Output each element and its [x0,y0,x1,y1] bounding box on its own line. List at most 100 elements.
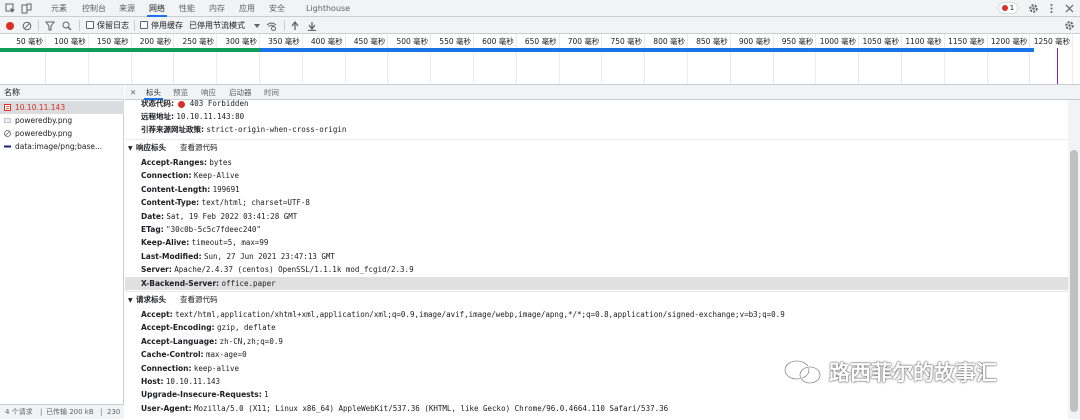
request-name: poweredby.png [15,116,73,125]
toolbar-divider [134,20,135,31]
blocked-request-icon [4,130,11,137]
chevron-down-icon[interactable] [250,19,263,32]
section-title: 请求标头 [136,295,166,304]
header-row: Connection: keep-alive [141,362,239,375]
tab-performance[interactable]: 性能 [179,0,195,17]
header-value: max-age=0 [205,350,247,360]
tab-timing[interactable]: 时间 [264,85,279,100]
header-key: Content-Length: [141,184,211,194]
timeline-gridline [687,34,688,84]
tab-memory[interactable]: 内存 [209,0,225,17]
device-toolbar-icon[interactable] [20,2,33,15]
tab-sources[interactable]: 来源 [119,0,135,17]
disable-cache-checkbox[interactable] [140,21,148,29]
timeline-gridline [1029,34,1031,84]
response-headers-section-header[interactable]: ▼ 响应标头 查看源代码 [128,141,218,155]
toolbar-divider [79,20,80,31]
timeline-tick-label: 1200 毫秒 [990,37,1028,46]
throttle-select[interactable]: 已停用节流模式 [189,17,245,34]
tab-console[interactable]: 控制台 [82,0,106,17]
more-options-icon[interactable] [1045,2,1058,15]
timeline-gridline [901,34,902,84]
header-row: Last-Modified: Sun, 27 Jun 2021 23:47:13… [141,250,335,263]
header-key: Content-Type: [141,198,200,208]
error-count: 1 [1009,4,1015,12]
header-key: Server: [141,265,172,275]
timeline-tick-label: 700 毫秒 [567,37,600,46]
header-key: Connection: [141,171,192,181]
close-devtools-icon[interactable] [1063,2,1076,15]
header-value: bytes [209,158,232,167]
header-row: Accept-Encoding: gzip, deflate [141,321,276,334]
expand-triangle-icon: ▼ [128,145,133,152]
header-value: 10.10.11.143:80 [176,112,245,121]
expand-triangle-icon: ▼ [128,297,133,304]
request-headers-section-header[interactable]: ▼ 请求标头 查看源代码 [128,293,218,307]
timeline-gridline [943,34,945,84]
request-count: 4 个请求 [5,408,33,416]
timeline-tick-label: 250 毫秒 [182,37,215,46]
tab-application[interactable]: 应用 [239,0,255,17]
export-har-icon[interactable] [305,19,318,32]
search-icon[interactable] [60,19,73,32]
vertical-scrollbar[interactable] [1068,100,1080,419]
filter-icon[interactable] [43,19,56,32]
timeline-tick-label: 150 毫秒 [96,37,129,46]
close-detail-icon[interactable]: ✕ [130,85,136,100]
status-divider: | [100,408,103,416]
request-row[interactable]: 10.10.11.143 [0,101,124,114]
timeline-tick-label: 1150 毫秒 [948,37,985,46]
record-icon[interactable] [3,19,16,32]
timeline-gridline [344,34,346,84]
request-row[interactable]: poweredby.png [0,114,124,127]
settings-gear-icon[interactable] [1027,2,1040,15]
header-key: User-Agent: [141,403,192,413]
network-settings-gear-icon[interactable] [1063,19,1076,32]
header-key: Cache-Control: [141,350,204,360]
scrollbar-thumb[interactable] [1070,150,1078,412]
tab-elements[interactable]: 元素 [51,0,67,17]
header-value: 199691 [212,184,240,194]
timeline-gridline [986,34,988,84]
request-name: poweredby.png [15,129,73,138]
network-conditions-icon[interactable] [265,19,278,32]
timeline-load-marker [1057,48,1058,84]
timeline-tick-label: 550 毫秒 [439,37,471,46]
header-key: 引荐来源网址政策: [141,125,204,134]
timeline-tick-label: 650 毫秒 [524,37,557,46]
import-har-icon[interactable] [288,19,301,32]
header-value: Keep-Alive [193,171,240,181]
network-status-bar: 4 个请求 | 已传输 200 kB | 230 [0,404,124,419]
preserve-log-checkbox[interactable] [86,21,94,29]
tab-security[interactable]: 安全 [269,0,285,17]
request-name: data:image/png;base... [15,142,103,151]
timeline-tick-label: 100 毫秒 [54,37,86,46]
tab-network[interactable]: 网络 [147,0,167,17]
header-row: Keep-Alive: timeout=5, max=99 [141,236,268,249]
view-source-link[interactable]: 查看源代码 [180,143,218,152]
request-row[interactable]: data:image/png;base... [0,140,124,153]
status-error-icon [178,100,186,108]
clear-icon[interactable] [20,19,33,32]
header-value: Mozilla/5.0 (X11; Linux x86_64) AppleWeb… [194,403,669,413]
document-icon [4,104,11,111]
header-value: Sat, 19 Feb 2022 03:41:28 GMT [166,211,298,221]
name-column-header[interactable]: 名称 [0,85,124,100]
section-divider [125,139,1068,140]
timeline-gridline [216,34,218,84]
timeline-gridline [1072,34,1074,84]
timeline-gridline [45,34,46,84]
error-icon [1001,5,1008,11]
header-key: Accept: [141,310,173,319]
header-row: Date: Sat, 19 Feb 2022 03:41:28 GMT [141,210,297,223]
timeline-tick-label: 300 毫秒 [225,37,257,46]
error-count-badge[interactable]: 1 [998,2,1018,14]
timeline-overview[interactable]: 50 毫秒 100 毫秒 150 毫秒 200 毫秒 250 毫秒 300 毫秒 350 毫… [0,34,1080,85]
status-code-row: 状态代码: 403 Forbidden [141,97,248,110]
view-source-link[interactable]: 查看源代码 [180,295,218,304]
header-row: User-Agent: Mozilla/5.0 (X11; Linux x86_… [141,402,668,415]
tab-lighthouse[interactable]: Lighthouse [306,0,350,17]
request-row[interactable]: poweredby.png [0,127,124,140]
header-value: office.paper [221,278,276,288]
inspect-element-icon[interactable] [4,2,17,15]
